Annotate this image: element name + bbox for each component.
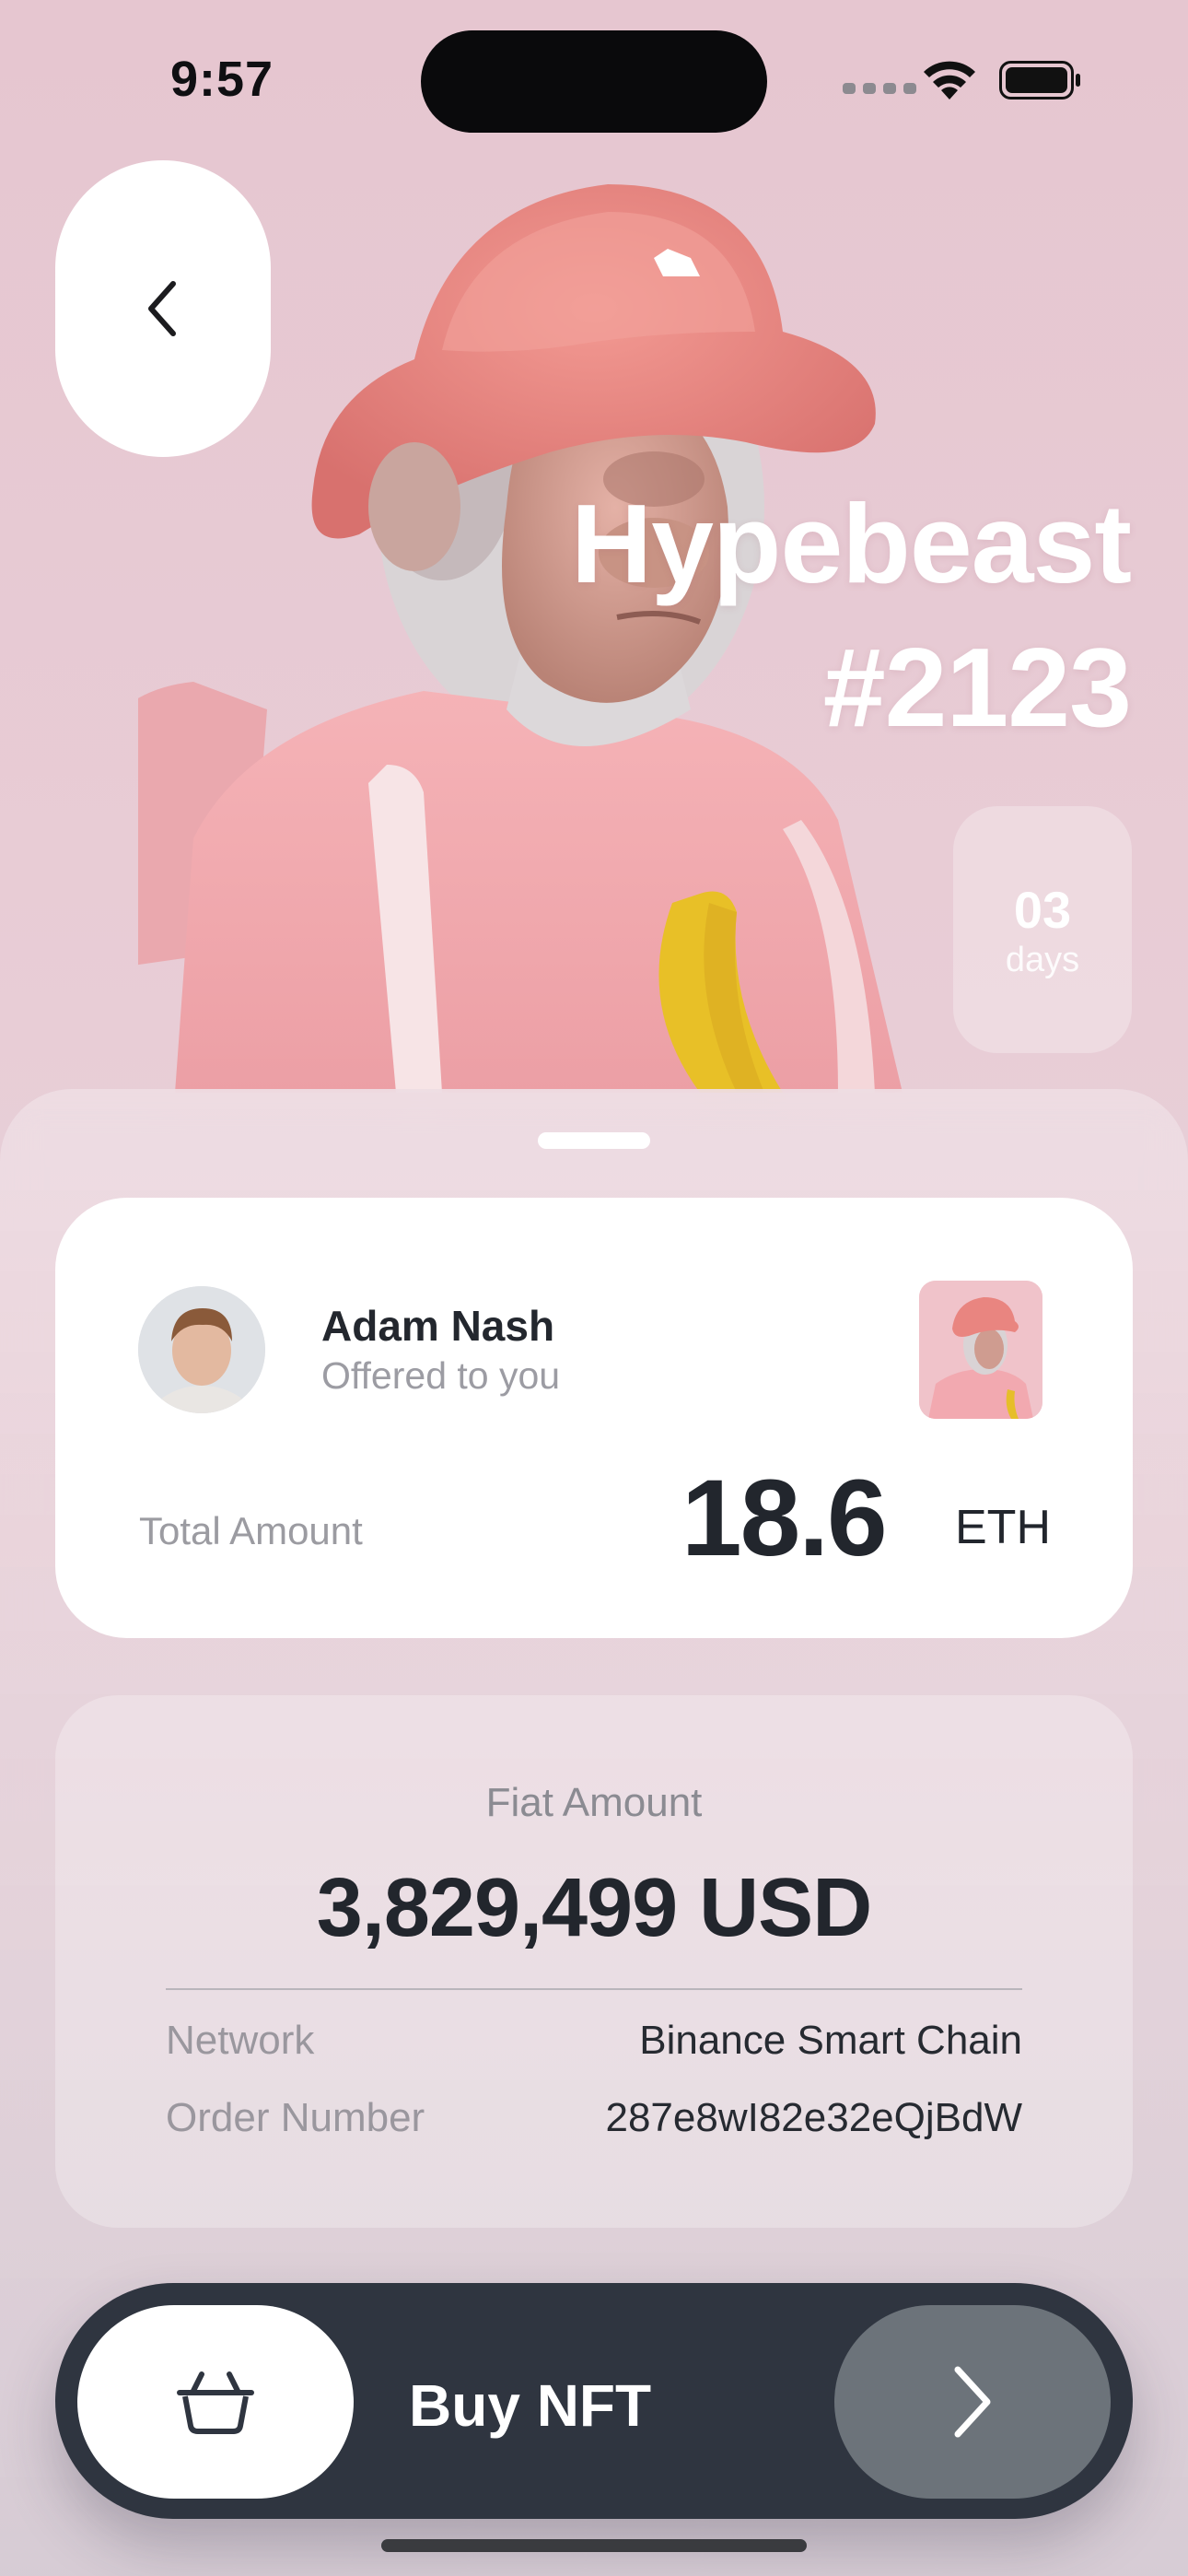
total-amount-value: 18.6 (681, 1458, 888, 1579)
order-number-value: 287e8wI82e32eQjBdW (605, 2095, 1022, 2140)
divider (166, 1988, 1022, 1990)
countdown-label: days (1005, 941, 1080, 979)
fiat-amount-label: Fiat Amount (485, 1780, 703, 1825)
nft-title-line1: Hypebeast (570, 481, 1132, 606)
back-button[interactable] (55, 160, 271, 457)
fiat-card (55, 1695, 1133, 2228)
nft-thumbnail (919, 1281, 1042, 1419)
avatar (138, 1286, 265, 1413)
offerer-name: Adam Nash (321, 1302, 555, 1350)
chevron-left-icon (148, 281, 176, 336)
order-number-label: Order Number (166, 2095, 425, 2140)
total-amount-label: Total Amount (139, 1509, 363, 1552)
buy-nft-label[interactable]: Buy NFT (409, 2371, 651, 2440)
network-label: Network (166, 2018, 315, 2063)
battery-icon (999, 61, 1080, 100)
dynamic-island (421, 30, 767, 133)
basket-button[interactable] (77, 2305, 354, 2499)
amount-unit: ETH (955, 1501, 1051, 1554)
nft-title: Hypebeast #2123 (570, 472, 1132, 759)
nft-title-line2: #2123 (822, 625, 1132, 750)
network-value: Binance Smart Chain (639, 2018, 1022, 2063)
wifi-icon (924, 61, 975, 100)
fiat-amount-value: 3,829,499 USD (316, 1862, 872, 1954)
chevron-right-icon (954, 2366, 991, 2438)
status-time: 9:57 (170, 52, 274, 107)
basket-icon (177, 2371, 254, 2434)
cellular-signal-icon (843, 83, 916, 96)
sheet-drag-handle[interactable] (538, 1132, 650, 1149)
home-indicator[interactable] (381, 2539, 807, 2552)
countdown-value: 03 (1013, 881, 1072, 939)
countdown-days-card: 03 days (953, 806, 1132, 1053)
buy-confirm-button[interactable] (834, 2305, 1111, 2499)
offer-subtitle: Offered to you (321, 1354, 561, 1397)
